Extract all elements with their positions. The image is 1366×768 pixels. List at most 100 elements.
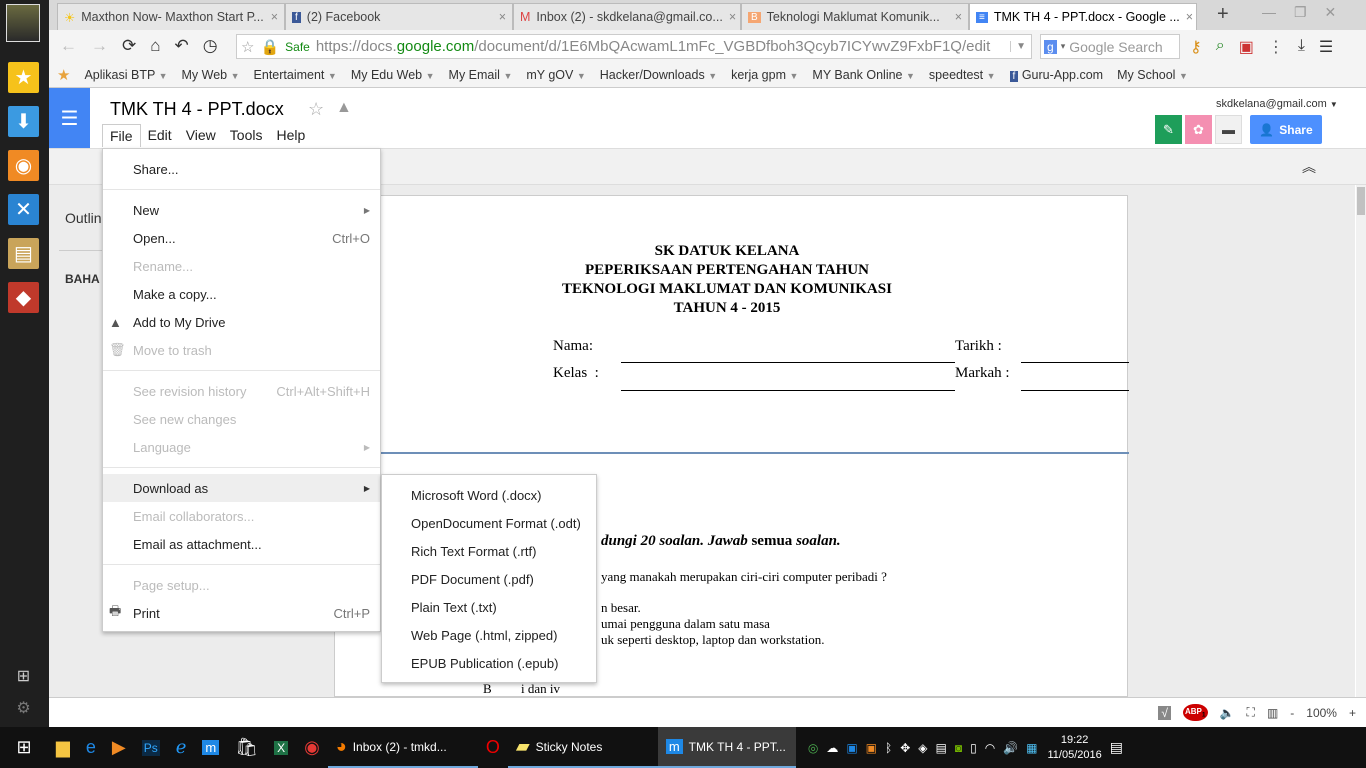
docs-home-icon[interactable]: ☰ (49, 88, 90, 148)
menu-item-make-copy[interactable]: Make a copy... (103, 280, 380, 308)
tab-facebook[interactable]: f (2) Facebook × (285, 3, 513, 30)
favorites-star-icon[interactable]: ★ (8, 62, 39, 93)
download-odt[interactable]: OpenDocument Format (.odt) (382, 509, 596, 537)
comments-icon[interactable]: ▬ (1215, 115, 1242, 144)
zoom-in-button[interactable]: + (1349, 706, 1356, 720)
taskbar-chrome[interactable]: ◉ (296, 727, 328, 768)
menu-item-share[interactable]: Share... (103, 155, 380, 183)
url-input[interactable]: ☆ 🔒 Safe https://docs.google.com/documen… (236, 34, 1032, 59)
bookmark-folder[interactable]: My Email ▼ (449, 68, 513, 82)
hedgehog-addon-icon[interactable]: ✿ (1185, 115, 1212, 144)
menu-item-download-as[interactable]: Download as ▶ (103, 474, 380, 502)
bookmark-folder[interactable]: MY Bank Online ▼ (812, 68, 915, 82)
tab-blogger[interactable]: B Teknologi Maklumat Komunik... × (741, 3, 969, 30)
tools-icon[interactable]: ✕ (8, 194, 39, 225)
reload-icon[interactable]: ⟳ (122, 36, 136, 56)
bookmark-folder[interactable]: Aplikasi BTP ▼ (84, 68, 167, 82)
rss-icon[interactable]: ◉ (8, 150, 39, 181)
notes-icon[interactable]: ▤ (8, 238, 39, 269)
history-clock-icon[interactable]: ◷ (203, 36, 218, 56)
fullscreen-icon[interactable]: ⛶ (1247, 705, 1255, 720)
menu-item-add-to-drive[interactable]: ▲ Add to My Drive (103, 308, 380, 336)
key-icon[interactable]: ⚷ (1190, 37, 1202, 57)
start-button[interactable]: ⊞ (0, 727, 48, 768)
bluetooth-icon[interactable]: ᛒ (885, 741, 892, 755)
outline-item[interactable]: BAHA (65, 272, 100, 286)
user-avatar[interactable] (6, 4, 40, 42)
volume-icon[interactable]: 🔈 (1220, 706, 1235, 720)
undo-close-icon[interactable]: ↶ (175, 36, 189, 56)
adblock-plus-icon[interactable]: ABP1 (1182, 703, 1208, 722)
menu-icon[interactable]: ☰ (1319, 37, 1333, 57)
nvidia-icon[interactable]: ◙ (955, 741, 962, 755)
download-epub[interactable]: EPUB Publication (.epub) (382, 649, 596, 677)
split-view-icon[interactable]: ▥ (1267, 706, 1278, 720)
taskbar-explorer[interactable]: ▆ (48, 727, 78, 768)
clock[interactable]: 19:22 11/05/2016 (1047, 733, 1101, 763)
battery-icon[interactable]: ▯ (970, 741, 977, 755)
download-icon[interactable]: ⬇ (8, 106, 39, 137)
menu-item-open[interactable]: Open... Ctrl+O (103, 224, 380, 252)
tab-docs[interactable]: ≡ TMK TH 4 - PPT.docx - Google ... × (969, 3, 1197, 30)
bookmark-folder[interactable]: My Web ▼ (182, 68, 240, 82)
forward-icon[interactable]: → (91, 36, 108, 56)
tab-gmail[interactable]: M Inbox (2) - skdkelana@gmail.co... × (513, 3, 741, 30)
close-tab-icon[interactable]: × (499, 10, 506, 24)
activity-icon[interactable]: √ (1158, 705, 1171, 720)
tray-icon[interactable]: ▤ (936, 741, 947, 755)
taskbar-ie[interactable]: ℯ (168, 727, 195, 768)
tray-icon[interactable]: ▣ (846, 741, 857, 755)
close-tab-icon[interactable]: × (1186, 10, 1193, 24)
account-email[interactable]: skdkelana@gmail.com ▼ (1216, 98, 1338, 110)
keyboard-icon[interactable]: ▦ (1026, 741, 1037, 755)
bookmark-folder[interactable]: kerja gpm ▼ (731, 68, 798, 82)
menu-file[interactable]: File (102, 124, 141, 147)
game-icon[interactable]: ◆ (8, 282, 39, 313)
new-tab-button[interactable]: + (1217, 3, 1229, 26)
bookmark-link[interactable]: f Guru-App.com (1009, 68, 1103, 82)
taskbar-opera[interactable]: O (478, 727, 508, 768)
collapse-icon[interactable]: ︽ (1302, 157, 1316, 177)
tray-icon[interactable]: ◈ (918, 741, 927, 755)
url-dropdown-icon[interactable]: ▼ (1010, 41, 1031, 52)
taskbar-maxthon[interactable]: m (194, 727, 227, 768)
tray-icon[interactable]: ▣ (866, 741, 877, 755)
taskbar-photoshop[interactable]: Ps (134, 727, 168, 768)
close-tab-icon[interactable]: × (729, 10, 736, 24)
download-txt[interactable]: Plain Text (.txt) (382, 593, 596, 621)
taskbar-edge[interactable]: e (78, 727, 104, 768)
tab-maxthon[interactable]: ☀ Maxthon Now- Maxthon Start P... × (57, 3, 285, 30)
settings-gear-icon[interactable]: ⚙ (8, 692, 39, 723)
drive-folder-icon[interactable]: ▲ (336, 99, 352, 117)
downloads-icon[interactable]: ⤓ (1298, 37, 1305, 57)
menu-view[interactable]: View (179, 124, 223, 147)
taskbar-store[interactable]: 🛍 (227, 727, 266, 768)
add-icon[interactable]: ⊞ (8, 660, 39, 691)
window-controls[interactable]: —❐✕ (1262, 4, 1354, 21)
search-input[interactable]: g ▾ Google Search (1040, 34, 1180, 59)
download-rtf[interactable]: Rich Text Format (.rtf) (382, 537, 596, 565)
bookmark-folder[interactable]: My Edu Web ▼ (351, 68, 435, 82)
bookmark-folder[interactable]: Hacker/Downloads ▼ (600, 68, 717, 82)
cloud-icon[interactable]: ☁ (826, 741, 838, 755)
share-button[interactable]: 👤 Share (1250, 115, 1322, 144)
document-title[interactable]: TMK TH 4 - PPT.docx (110, 99, 284, 120)
scrollbar[interactable] (1356, 185, 1366, 697)
menu-edit[interactable]: Edit (141, 124, 179, 147)
menu-item-new[interactable]: New ▶ (103, 196, 380, 224)
menu-item-email-attachment[interactable]: Email as attachment... (103, 530, 380, 558)
notification-icon[interactable]: ⋮ (1268, 37, 1284, 57)
menu-item-print[interactable]: 🖶 Print Ctrl+P (103, 599, 380, 627)
bookmark-star-icon[interactable]: ☆ (241, 38, 254, 56)
taskbar-firefox[interactable]: ◕ Inbox (2) - tmkd... (327, 727, 478, 768)
star-icon[interactable]: ☆ (308, 99, 324, 120)
bookmark-folder[interactable]: mY gOV ▼ (526, 68, 585, 82)
taskbar-excel[interactable]: X (266, 727, 296, 768)
ad-block-icon[interactable]: ▣ (1239, 37, 1254, 57)
download-docx[interactable]: Microsoft Word (.docx) (382, 481, 596, 509)
taskbar-sticky-notes[interactable]: ▰ Sticky Notes (507, 727, 658, 768)
download-html[interactable]: Web Page (.html, zipped) (382, 621, 596, 649)
addon-icon[interactable]: ✎ (1155, 115, 1182, 144)
taskbar-maxthon-docs[interactable]: m TMK TH 4 - PPT... (657, 727, 796, 768)
magnifier-icon[interactable]: ⌕ (1216, 37, 1225, 57)
